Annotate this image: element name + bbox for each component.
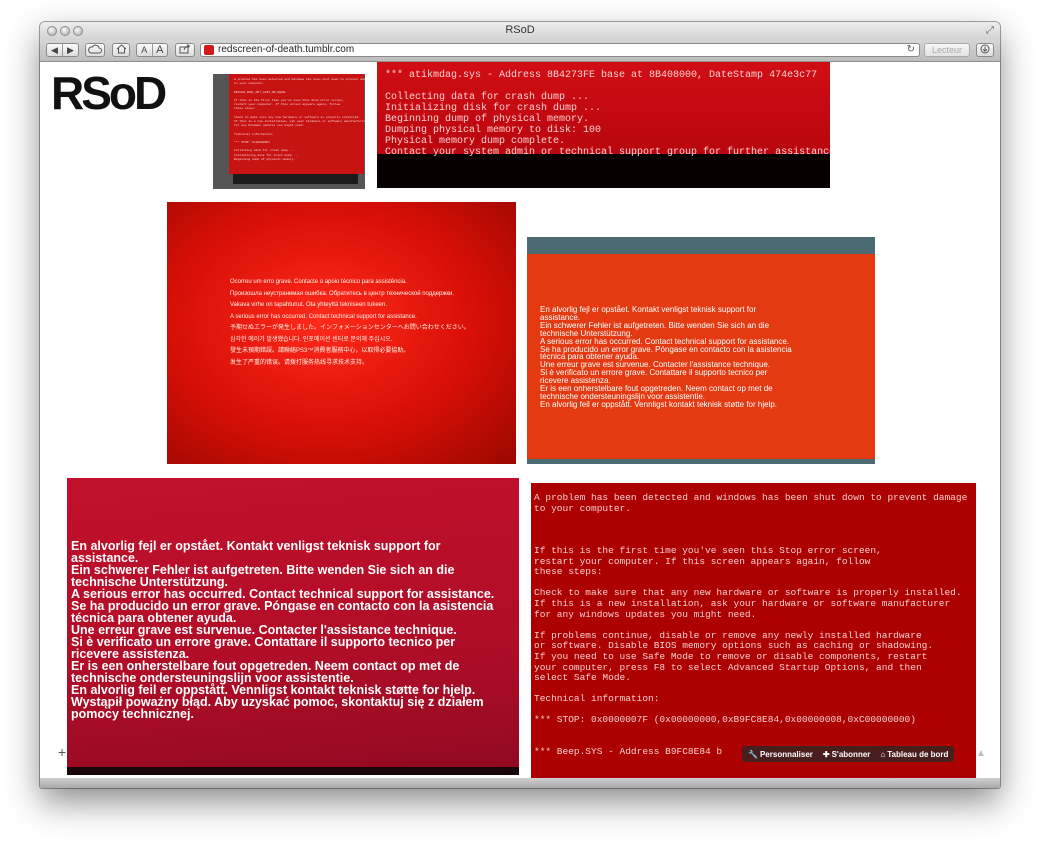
blog-logo[interactable]: RSoD: [51, 68, 167, 118]
photo-tv-error-screen[interactable]: En alvorlig fejl er opstået. Kontakt ven…: [527, 237, 875, 464]
p6-text-line: *** STOP: 0x0000007F (0x00000000,0xB9FC8…: [534, 714, 916, 726]
p2-text-line: *** atikmdag.sys - Address 8B4273FE base…: [385, 70, 818, 81]
back-forward-buttons: ◀ ▶: [46, 43, 79, 57]
customize-button[interactable]: 🔧 Personnaliser: [748, 750, 813, 759]
share-button[interactable]: [175, 43, 195, 57]
p6-text-line: to your computer.: [534, 502, 631, 514]
p3-text-line: 予期せぬエラーが発生しました。インフォメーションセンターへお問い合わせください。: [230, 325, 470, 331]
screen-bezel: [67, 767, 519, 775]
house-icon: ⌂: [880, 749, 886, 759]
url-text[interactable]: redscreen-of-death.tumblr.com: [218, 44, 354, 56]
photo-1-screen: A problem has been detected and Windows …: [229, 74, 365, 174]
p4-text-line: En alvorlig feil er oppstått. Vennligst …: [540, 399, 778, 409]
back-icon[interactable]: ◀: [47, 44, 62, 56]
p3-text-line: Vakava virhe on tapahtunut. Ota yhteyttä…: [230, 302, 387, 308]
p6-text-line: [534, 726, 976, 737]
larger-text-button[interactable]: A: [151, 44, 168, 56]
fullscreen-icon[interactable]: ⤢: [986, 25, 994, 36]
reader-button[interactable]: Lecteur: [924, 43, 970, 57]
address-bar[interactable]: redscreen-of-death.tumblr.com ↻: [200, 43, 920, 57]
downloads-button[interactable]: [976, 43, 994, 57]
cloud-icon: [88, 44, 102, 54]
forward-icon[interactable]: ▶: [62, 44, 78, 56]
p3-text-line: 發生未預期錯誤。請聯絡PS3™消費者服務中心，以取得必要協助。: [230, 348, 410, 354]
p2-text-line: Collecting data for crash dump ...: [385, 92, 590, 103]
share-icon: [179, 44, 191, 54]
p2-text-line: Dumping physical memory to disk: 100: [385, 125, 602, 136]
p6-text-line: [534, 525, 976, 536]
p3-text-line: 심각한 에러가 발생했습니다. 인포메이션 센터로 문의해 주십시오.: [230, 336, 393, 343]
follow-button[interactable]: ✚ S'abonner: [823, 750, 871, 759]
title-bar: RSoD ⤢: [40, 22, 1000, 41]
home-icon: [116, 44, 126, 54]
p2-text-line: Beginning dump of physical memory.: [385, 114, 590, 125]
p2-text-line: Contact your system admin or technical s…: [385, 147, 830, 158]
toolbar: ◀ ▶ A A redscreen-of-death.tumblr.com ↻ …: [40, 40, 1000, 62]
photo-monitor-rsod[interactable]: A problem has been detected and Windows …: [213, 74, 365, 189]
reload-icon[interactable]: ↻: [907, 44, 915, 56]
status-bar: [40, 778, 1000, 788]
p4-text-line: En alvorlig fejl er opstået. Kontakt ven…: [540, 305, 757, 314]
p3-text-line: Произошла неустранимая ошибка. Обратитес…: [230, 290, 455, 297]
p6-text-line: A problem has been detected and windows …: [534, 492, 968, 503]
photo-5-screen: En alvorlig fejl er opstået. Kontakt ven…: [67, 478, 519, 767]
text-size-buttons: A A: [136, 43, 168, 57]
p6-text-line: for any windows updates you might need.: [534, 608, 757, 620]
p6-text-line: Technical information:: [534, 693, 660, 705]
photo-4-screen: En alvorlig fejl er opstået. Kontakt ven…: [527, 254, 875, 459]
window-title: RSoD: [505, 24, 535, 36]
p6-text-line: these steps:: [534, 566, 603, 578]
p3-text-line: Ocorreu um erro grave. Contacte o apoio …: [230, 279, 407, 285]
photo-3-text: Ocorreu um erro grave. Contacte o apoio …: [230, 277, 470, 369]
dashboard-button[interactable]: ⌂ Tableau de bord: [880, 750, 948, 759]
screenshot-stop-error[interactable]: A problem has been detected and windows …: [531, 483, 976, 778]
p2-text-line: Physical memory dump complete.: [385, 136, 566, 147]
monitor-stand: [233, 174, 358, 184]
tumblr-controls: 🔧 Personnaliser ✚ S'abonner ⌂ Tableau de…: [742, 746, 955, 762]
p6-text-line: If this is the first time you've seen th…: [534, 544, 882, 556]
p5-text-line: En alvorlig fejl er opstået. Kontakt ven…: [71, 539, 441, 553]
p6-text-line: select Safe Mode.: [534, 672, 631, 684]
scroll-top-icon[interactable]: ▲: [976, 748, 986, 759]
page-content: RSoD A problem has been detected and Win…: [40, 62, 1000, 778]
photo-ps3-multilingual-error[interactable]: Ocorreu um erro grave. Contacte o apoio …: [167, 202, 516, 464]
add-icon[interactable]: +: [58, 744, 66, 760]
home-button[interactable]: [112, 43, 130, 57]
icloud-tabs-button[interactable]: [85, 43, 105, 57]
smaller-text-button[interactable]: A: [137, 44, 152, 56]
site-favicon-icon: [204, 45, 214, 55]
p3-text-line: 发生了严重的错误。请拨打服务热线寻求技术支持。: [230, 359, 369, 366]
photo-2-screen: *** atikmdag.sys - Address 8B4273FE base…: [377, 62, 830, 158]
p6-text-line: If this is a new installation, ask your …: [534, 597, 951, 609]
photo-closeup-error-text[interactable]: En alvorlig fejl er opstået. Kontakt ven…: [67, 478, 519, 775]
photo-atikmdag-rsod[interactable]: *** atikmdag.sys - Address 8B4273FE base…: [377, 62, 830, 188]
customize-label: Personnaliser: [759, 749, 813, 759]
follow-label: S'abonner: [831, 749, 871, 759]
p6-text-line: [534, 514, 976, 525]
p2-text-line: Initializing disk for crash dump ...: [385, 103, 602, 114]
p6-text-line: If you need to use Safe Mode to remove o…: [534, 650, 928, 662]
browser-window: RSoD ⤢ ◀ ▶ A A redscreen-of-death.tumblr…: [40, 22, 1000, 788]
p1-text-line: Beginning dump of physical memory.: [234, 157, 296, 161]
p3-text-line: A serious error has occurred. Contact te…: [230, 313, 417, 320]
dashboard-label: Tableau de bord: [887, 749, 949, 759]
p2-text-line: [385, 81, 822, 92]
p5-text-line: pomocy technicznej.: [71, 707, 194, 721]
download-icon: [980, 44, 990, 54]
plus-icon: ✚: [822, 749, 830, 759]
wrench-icon: 🔧: [748, 749, 758, 759]
